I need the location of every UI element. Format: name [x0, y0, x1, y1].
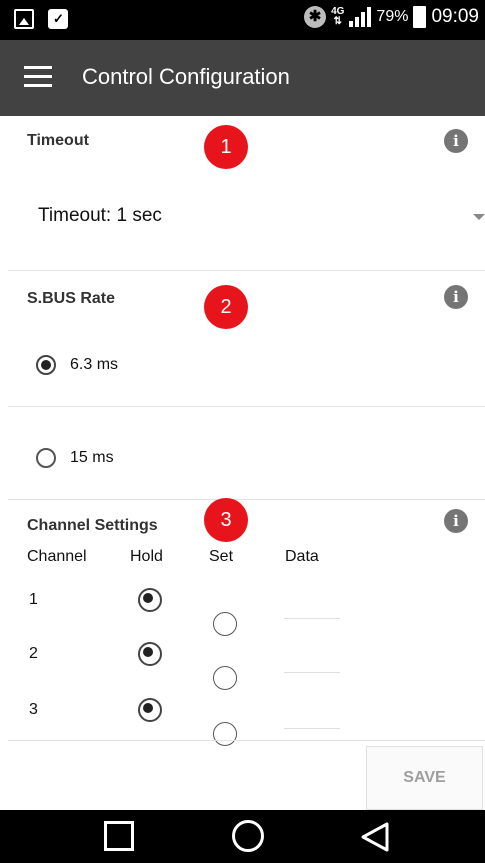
info-icon[interactable]: i: [444, 129, 468, 153]
table-row: 3: [0, 688, 485, 746]
channel-settings-title: Channel Settings: [27, 517, 158, 534]
task-notification-icon: [48, 9, 68, 29]
recents-square-icon[interactable]: [104, 821, 134, 851]
timeout-section-title: Timeout: [27, 132, 89, 149]
radio-button-unselected[interactable]: [36, 448, 56, 468]
column-header-set: Set: [209, 548, 234, 565]
column-header-channel: Channel: [27, 548, 87, 565]
hold-radio-selected[interactable]: [138, 698, 162, 722]
dropdown-arrow-icon: [473, 214, 485, 220]
annotation-badge-3: 3: [204, 498, 248, 542]
battery-icon: [413, 6, 427, 28]
column-header-hold: Hold: [130, 548, 163, 565]
channel-number: 2: [29, 645, 38, 662]
set-radio-unselected[interactable]: [213, 666, 237, 690]
annotation-badge-2: 2: [204, 285, 248, 329]
battery-percent: 79%: [376, 8, 409, 25]
hold-radio-selected[interactable]: [138, 642, 162, 666]
signal-strength-icon: [349, 7, 372, 27]
sbus-section-title: S.BUS Rate: [27, 290, 116, 307]
app-bar: Control Configuration: [0, 40, 485, 116]
status-bar: ✱ 4G⇅ 79% 09:09: [0, 0, 485, 40]
column-header-data: Data: [285, 548, 319, 565]
bluetooth-icon: ✱: [304, 6, 327, 28]
data-input[interactable]: [284, 618, 340, 619]
image-notification-icon: [14, 9, 34, 29]
sbus-option-6-3ms[interactable]: 6.3 ms: [30, 350, 230, 380]
radio-button-selected[interactable]: [36, 355, 56, 375]
data-input[interactable]: [284, 672, 340, 673]
channel-number: 3: [29, 701, 38, 718]
divider: [8, 499, 485, 500]
info-icon[interactable]: i: [444, 285, 468, 309]
table-row: 1: [0, 578, 485, 636]
hamburger-menu-icon[interactable]: [24, 66, 52, 88]
divider: [8, 270, 485, 271]
divider: [8, 406, 485, 407]
home-circle-icon[interactable]: [232, 820, 264, 852]
back-triangle-icon[interactable]: [358, 820, 392, 854]
info-icon[interactable]: i: [444, 509, 468, 533]
divider: [8, 740, 485, 741]
channel-number: 1: [29, 591, 38, 608]
clock: 09:09: [431, 6, 479, 27]
sbus-option-label: 6.3 ms: [70, 356, 119, 373]
sbus-option-15ms[interactable]: 15 ms: [30, 443, 230, 473]
save-button[interactable]: SAVE: [366, 746, 483, 810]
sbus-option-label: 15 ms: [70, 449, 114, 466]
hold-radio-selected[interactable]: [138, 588, 162, 612]
network-type-icon: 4G ⇅: [331, 6, 345, 27]
data-input[interactable]: [284, 728, 340, 729]
set-radio-unselected[interactable]: [213, 722, 237, 746]
page-title: Control Configuration: [82, 64, 290, 89]
timeout-dropdown[interactable]: Timeout: 1 sec: [0, 190, 485, 246]
table-row: 2: [0, 632, 485, 690]
timeout-dropdown-value: Timeout: 1 sec: [38, 205, 162, 226]
annotation-badge-1: 1: [204, 125, 248, 169]
